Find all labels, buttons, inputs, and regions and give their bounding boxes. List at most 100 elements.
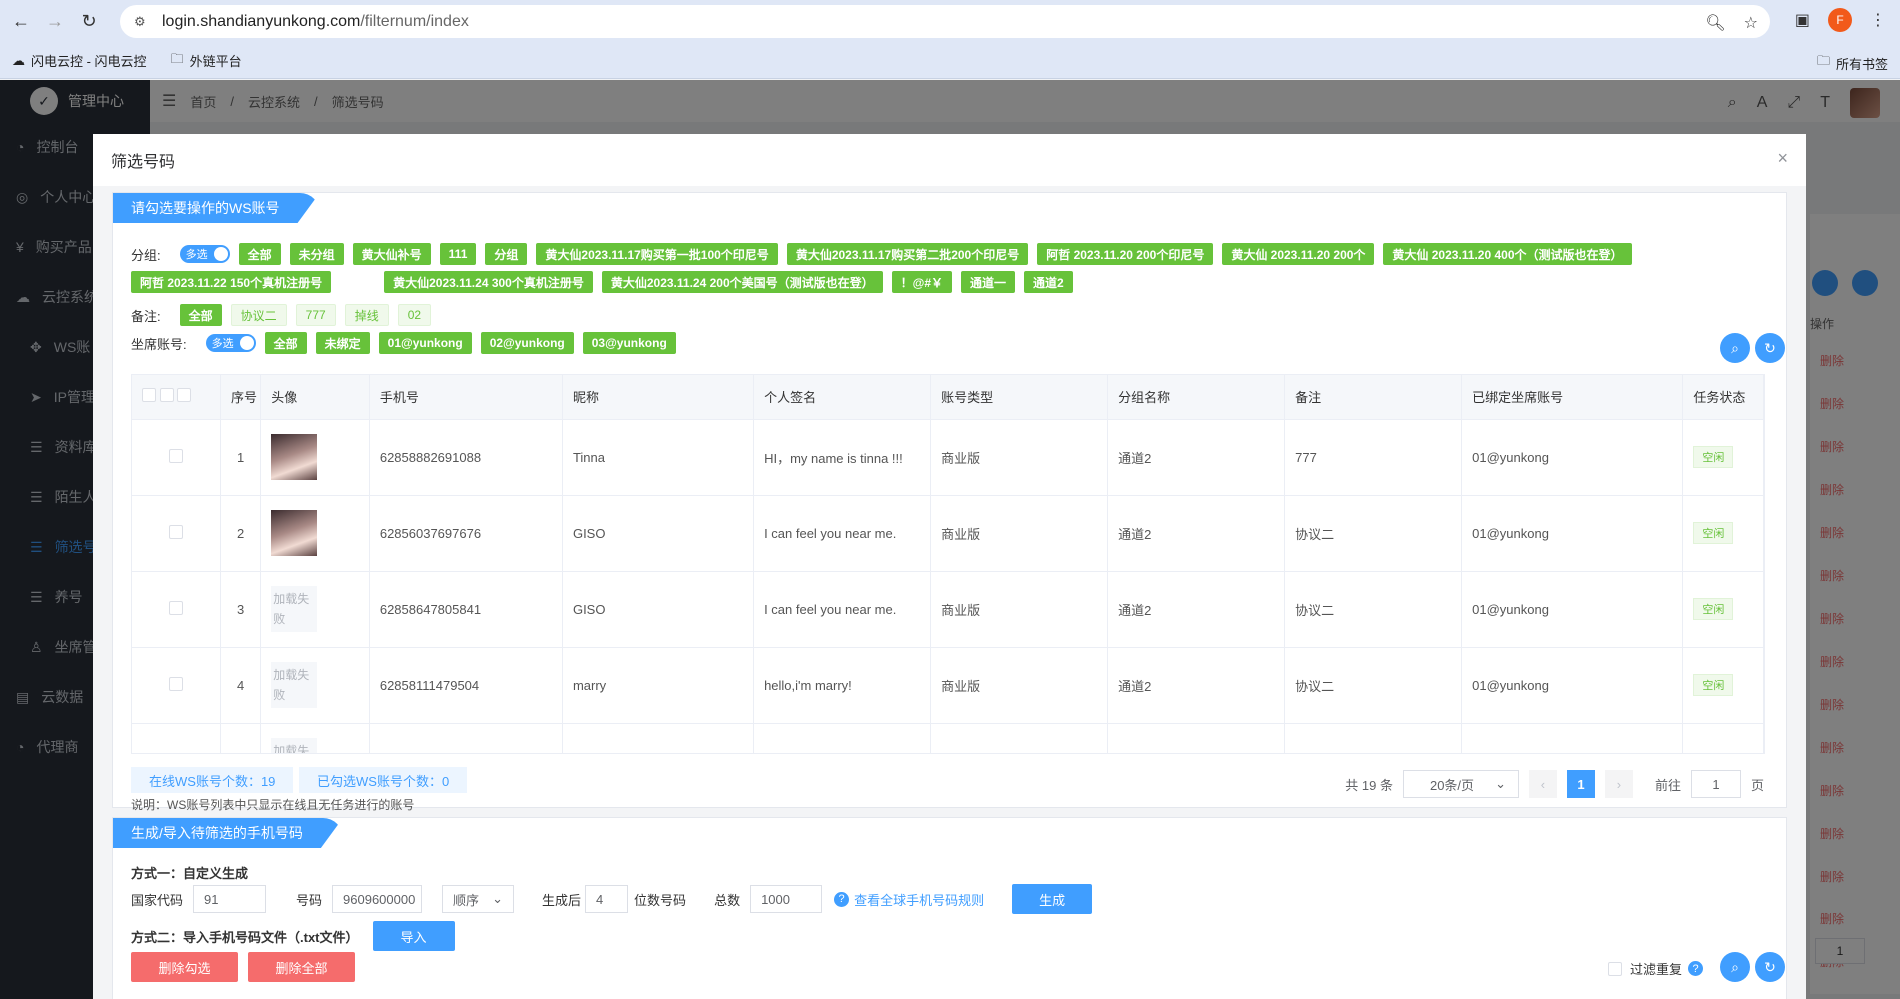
generate-form: 国家代码 91 号码 9609600000 顺序 ⌄ 生成后 4 位数号码 总数 … <box>131 884 1093 914</box>
sidepanel-icon[interactable]: ▣ <box>1795 10 1810 30</box>
row-remark: 协议二 <box>1284 571 1463 648</box>
seat-tag[interactable]: 未绑定 <box>315 332 370 354</box>
filter-dup-checkbox[interactable] <box>1608 961 1622 976</box>
remark-tag[interactable]: 协议二 <box>230 304 287 326</box>
row-sign: hello,i'm marry! <box>753 647 932 724</box>
group-tag[interactable]: 黄大仙2023.11.24 200个美国号（测试版也在登） <box>601 271 883 293</box>
group-tag[interactable]: 黄大仙2023.11.17购买第一批100个印尼号 <box>536 243 778 265</box>
group-tag[interactable]: 阿哲 2023.11.20 200个印尼号 <box>1037 243 1214 265</box>
next-page-button[interactable]: › <box>1604 770 1633 798</box>
account-avatar <box>271 510 318 556</box>
avatar-failed: 加载失败 <box>271 662 318 708</box>
import-button[interactable]: 导入 <box>372 921 455 951</box>
seat-tag[interactable]: 03@yunkong <box>582 332 676 354</box>
close-icon[interactable]: × <box>1777 148 1788 169</box>
row-index: 4 <box>220 647 262 724</box>
all-bookmarks[interactable]: 🗀 所有书签 <box>1805 52 1900 74</box>
delete-all-button[interactable]: 删除全部 <box>248 952 355 982</box>
ws-account-table: 序号 头像 手机号 昵称 个人签名 账号类型 分组名称 备注 已绑定坐席账号 任… <box>131 374 1765 754</box>
invert-checkbox[interactable] <box>177 388 192 403</box>
page-size-select[interactable]: 20条/页 ⌄ <box>1402 770 1519 798</box>
group-tag[interactable]: ！@#￥ <box>891 271 953 293</box>
refresh-button[interactable]: ↻ <box>1755 333 1785 363</box>
group-tag[interactable]: 阿哲 2023.11.22 150个真机注册号 <box>131 271 332 293</box>
row-group: 通道2 <box>1107 419 1286 496</box>
seat-tag[interactable]: 02@yunkong <box>480 332 574 354</box>
group-label: 分组: <box>131 247 161 263</box>
remark-tag[interactable]: 02 <box>397 304 432 326</box>
group-tag[interactable]: 111 <box>439 243 477 265</box>
row-seat: 01@yunkong <box>1461 419 1684 496</box>
reload-icon[interactable]: ↻ <box>72 5 106 39</box>
select-all-checkbox[interactable] <box>142 388 156 403</box>
group-tag[interactable]: 通道2 <box>1024 271 1073 293</box>
group-tag[interactable]: 全部 <box>238 243 281 265</box>
delete-selected-button[interactable]: 删除勾选 <box>131 952 238 982</box>
remark-tag[interactable]: 掉线 <box>344 304 389 326</box>
row-remark: 协议二 <box>1284 647 1463 724</box>
row-phone: 62858111479504 <box>369 647 563 724</box>
group-tag[interactable]: 黄大仙2023.11.24 300个真机注册号 <box>384 271 593 293</box>
search-button[interactable]: ⌕ <box>1720 952 1750 982</box>
table-row[interactable]: 3 加载失败 62858647805841 GISO I can feel yo… <box>132 571 1764 648</box>
bookmark-item[interactable]: ☁ 闪电云控 - 闪电云控 <box>0 51 159 70</box>
group-tag[interactable]: 黄大仙2023.11.17购买第二批200个印尼号 <box>786 243 1029 265</box>
browser-toolbar: ← → ↻ ⚙ login.shandianyunkong.com/filter… <box>0 0 1900 43</box>
bookmark-folder[interactable]: 🗀 外链平台 <box>159 50 254 72</box>
seat-multi-toggle[interactable]: 多选 <box>205 334 256 352</box>
group-tag[interactable]: 黄大仙 2023.11.20 200个 <box>1222 243 1375 265</box>
zoom-icon[interactable]: 🔍︎ <box>1705 13 1725 33</box>
profile-avatar[interactable]: F <box>1828 8 1852 32</box>
help-icon[interactable]: ? <box>1688 961 1704 976</box>
goto-page-input[interactable]: 1 <box>1690 770 1741 798</box>
seat-tag[interactable]: 01@yunkong <box>378 332 472 354</box>
group-tag[interactable]: 未分组 <box>289 243 344 265</box>
group-tag[interactable]: 通道一 <box>961 271 1016 293</box>
filter-dup-label: 过滤重复 <box>1630 962 1683 977</box>
remark-tag[interactable]: 777 <box>295 304 336 326</box>
status-badge: 空闲 <box>1693 598 1734 620</box>
col-phone: 手机号 <box>369 375 563 420</box>
total-input[interactable]: 1000 <box>750 885 823 913</box>
digits-label: 位数号码 <box>634 892 687 908</box>
order-select[interactable]: 顺序 ⌄ <box>442 885 515 913</box>
seat-tag[interactable]: 全部 <box>264 332 307 354</box>
page-number[interactable]: 1 <box>1566 770 1595 798</box>
refresh-button[interactable]: ↻ <box>1755 952 1785 982</box>
table-row[interactable]: 2 62856037697676 GISO I can feel you nea… <box>132 495 1764 572</box>
row-checkbox[interactable] <box>169 752 183 753</box>
more-icon[interactable]: ⋮ <box>1870 10 1886 30</box>
back-icon[interactable]: ← <box>4 5 38 39</box>
table-row[interactable]: 4 加载失败 62858111479504 marry hello,i'm ma… <box>132 647 1764 724</box>
rule-link[interactable]: 查看全球手机号码规则 <box>854 890 984 909</box>
generate-button[interactable]: 生成 <box>1012 884 1093 914</box>
group-tag[interactable]: 分组 <box>485 243 528 265</box>
digits-input[interactable]: 4 <box>585 885 629 913</box>
search-button[interactable]: ⌕ <box>1720 333 1750 363</box>
row-group: 通道2 <box>1107 647 1286 724</box>
help-icon[interactable]: ? <box>834 891 850 907</box>
country-code-input[interactable]: 91 <box>193 885 267 913</box>
row-checkbox[interactable] <box>169 524 183 539</box>
row-checkbox[interactable] <box>169 600 183 615</box>
prev-page-button[interactable]: ‹ <box>1528 770 1557 798</box>
site-settings-icon[interactable]: ⚙ <box>134 14 152 30</box>
group-tag[interactable]: 黄大仙补号 <box>352 243 431 265</box>
table-row[interactable]: 1 62858882691088 Tinna HI，my name is tin… <box>132 419 1764 496</box>
select-page-checkbox[interactable] <box>159 388 174 403</box>
address-bar[interactable]: ⚙ login.shandianyunkong.com/filternum/in… <box>120 5 1770 38</box>
forward-icon[interactable]: → <box>38 5 72 39</box>
number-input[interactable]: 9609600000 <box>332 885 423 913</box>
row-type: 商业版 <box>930 419 1109 496</box>
remark-tag[interactable]: 全部 <box>179 304 222 326</box>
star-icon[interactable]: ☆ <box>1744 13 1758 33</box>
row-checkbox[interactable] <box>169 676 183 691</box>
group-tag[interactable]: 黄大仙 2023.11.20 400个（测试版也在登） <box>1383 243 1632 265</box>
row-sign: HI，my name is tinna !!! <box>753 419 932 496</box>
row-remark: 777 <box>1284 419 1463 496</box>
row-group: 通道2 <box>1107 495 1286 572</box>
group-multi-toggle[interactable]: 多选 <box>179 245 230 263</box>
row-checkbox[interactable] <box>169 448 183 463</box>
table-row[interactable]: 加载失败 <box>132 723 1764 753</box>
remark-filter: 备注: 全部 协议二 777 掉线 02 <box>131 304 432 326</box>
